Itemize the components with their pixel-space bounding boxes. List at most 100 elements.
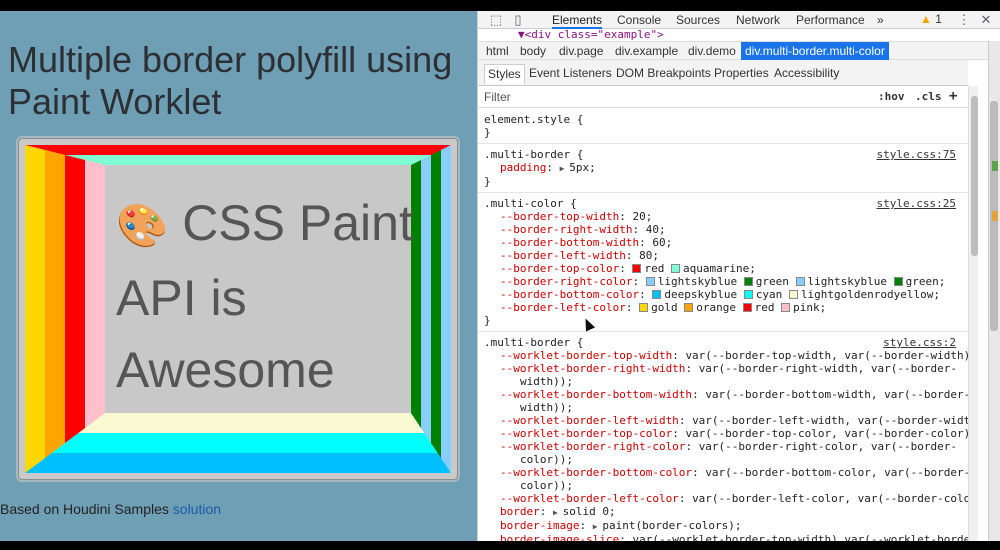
css-declaration[interactable]: --worklet-border-top-color: var(--border…: [484, 427, 968, 440]
color-swatch[interactable]: [781, 303, 791, 312]
tab-network[interactable]: Network: [736, 12, 780, 29]
tab-elements[interactable]: Elements: [552, 12, 603, 29]
color-swatch[interactable]: [670, 264, 680, 273]
css-declaration[interactable]: --worklet-border-right-width: var(--bord…: [484, 362, 962, 375]
css-property-value[interactable]: var(--border-top-color, var(--border-col…: [685, 427, 968, 440]
expand-triangle-icon[interactable]: ▶: [593, 522, 603, 531]
color-swatch[interactable]: [632, 264, 642, 273]
css-declaration[interactable]: padding: ▶ 5px;: [484, 161, 962, 175]
breadcrumb-div-multi-border[interactable]: div.multi-border.multi-color: [741, 42, 889, 60]
tab-console[interactable]: Console: [617, 12, 661, 29]
css-property-name[interactable]: --border-left-color: [500, 301, 626, 314]
color-swatch[interactable]: [645, 277, 655, 286]
css-property-value[interactable]: green: [756, 275, 796, 288]
css-property-name[interactable]: --border-right-color: [500, 275, 632, 288]
css-declaration[interactable]: --border-left-color: gold orange red pin…: [484, 301, 962, 314]
css-declaration[interactable]: --worklet-border-top-width: var(--border…: [484, 349, 968, 362]
css-declaration[interactable]: --worklet-border-right-color: var(--bord…: [484, 440, 962, 453]
css-property-value[interactable]: deepskyblue: [664, 288, 743, 301]
css-property-value[interactable]: 5px;: [569, 161, 596, 174]
css-property-name[interactable]: --worklet-border-right-color: [500, 440, 685, 453]
expand-triangle-icon[interactable]: ▶: [560, 164, 570, 173]
breadcrumb-body[interactable]: body: [516, 42, 550, 60]
css-declaration[interactable]: --border-bottom-color: deepskyblue cyan …: [484, 288, 962, 301]
scrollbar-thumb[interactable]: [971, 96, 978, 256]
more-tabs-icon[interactable]: »: [877, 12, 884, 29]
breadcrumb-html[interactable]: html: [482, 42, 513, 60]
css-property-value[interactable]: var(--border-left-color, var(--border-co…: [692, 492, 968, 505]
css-source-link[interactable]: style.css:75: [877, 148, 956, 161]
color-swatch[interactable]: [684, 303, 694, 312]
css-declaration[interactable]: --worklet-border-left-color: var(--borde…: [484, 492, 968, 505]
css-property-value[interactable]: var(--border-bottom-width, var(--border-: [705, 388, 968, 401]
warnings-badge[interactable]: ▲ 1: [920, 12, 942, 26]
css-property-name[interactable]: --border-right-width: [500, 223, 632, 236]
css-property-value[interactable]: orange: [696, 301, 742, 314]
css-source-link[interactable]: style.css:25: [877, 197, 956, 210]
css-property-value[interactable]: var(--border-right-width, var(--border-: [699, 362, 957, 375]
css-declaration[interactable]: border-image: ▶ paint(border-colors);: [484, 519, 962, 533]
css-property-name[interactable]: --border-top-color: [500, 262, 619, 275]
css-property-value[interactable]: var(--border-left-width, var(--border-wi…: [692, 414, 968, 427]
css-declaration[interactable]: border: ▶ solid 0;: [484, 505, 962, 519]
css-property-value[interactable]: gold: [651, 301, 684, 314]
css-property-name[interactable]: border-image: [500, 519, 579, 532]
css-declaration[interactable]: --border-right-color: lightskyblue green…: [484, 275, 962, 288]
tab-properties[interactable]: Properties: [711, 64, 772, 84]
kebab-menu-icon[interactable]: ⋮: [956, 12, 972, 28]
css-declaration[interactable]: --worklet-border-left-width: var(--borde…: [484, 414, 968, 427]
css-declaration[interactable]: --border-right-width: 40;: [484, 223, 962, 236]
hov-toggle[interactable]: :hov: [878, 90, 905, 103]
css-declaration[interactable]: --border-bottom-width: 60;: [484, 236, 962, 249]
tab-sources[interactable]: Sources: [676, 12, 720, 29]
css-source-link[interactable]: style.css:2: [883, 336, 956, 349]
color-swatch[interactable]: [893, 277, 903, 286]
css-property-value[interactable]: var(--border-bottom-color, var(--border-: [705, 466, 968, 479]
styles-scrollbar[interactable]: [968, 86, 978, 541]
css-declaration[interactable]: border-image-slice: var(--worklet-border…: [484, 533, 968, 541]
css-property-name[interactable]: --worklet-border-left-width: [500, 414, 679, 427]
css-property-value[interactable]: lightskyblue: [658, 275, 744, 288]
css-property-value[interactable]: green;: [906, 275, 946, 288]
close-icon[interactable]: ✕: [978, 12, 994, 28]
css-declaration[interactable]: --border-top-color: red aquamarine;: [484, 262, 962, 275]
tab-event-listeners[interactable]: Event Listeners: [526, 64, 615, 84]
breadcrumb-div-page[interactable]: div.page: [555, 42, 607, 60]
css-property-name[interactable]: --worklet-border-left-color: [500, 492, 679, 505]
tab-accessibility[interactable]: Accessibility: [771, 64, 842, 84]
css-property-value[interactable]: red: [644, 262, 671, 275]
css-property-name[interactable]: --worklet-border-top-color: [500, 427, 672, 440]
color-swatch[interactable]: [788, 290, 798, 299]
css-property-value[interactable]: lightgoldenrodyellow;: [801, 288, 940, 301]
tab-performance[interactable]: Performance: [796, 12, 865, 29]
css-property-value[interactable]: var(--border-right-color, var(--border-: [699, 440, 957, 453]
expand-triangle-icon[interactable]: ▶: [553, 508, 563, 517]
css-property-name[interactable]: --worklet-border-bottom-color: [500, 466, 692, 479]
css-property-value[interactable]: var(--border-top-width, var(--border-wid…: [685, 349, 968, 362]
css-property-value[interactable]: solid 0;: [563, 505, 616, 518]
css-property-name[interactable]: --worklet-border-top-width: [500, 349, 672, 362]
filter-input[interactable]: [484, 90, 784, 104]
css-property-name[interactable]: padding: [500, 161, 546, 174]
color-swatch[interactable]: [743, 290, 753, 299]
css-property-name[interactable]: --worklet-border-bottom-width: [500, 388, 692, 401]
dom-tree-peek[interactable]: ▼<div class="example">: [478, 29, 1000, 41]
css-declaration[interactable]: --border-top-width: 20;: [484, 210, 962, 223]
css-property-value[interactable]: 20;: [632, 210, 652, 223]
color-swatch[interactable]: [652, 290, 662, 299]
css-property-value[interactable]: paint(border-colors);: [602, 519, 741, 532]
css-property-value[interactable]: 80;: [639, 249, 659, 262]
color-swatch[interactable]: [795, 277, 805, 286]
css-property-name[interactable]: --worklet-border-right-width: [500, 362, 685, 375]
color-swatch[interactable]: [639, 303, 649, 312]
breadcrumb-div-demo[interactable]: div.demo: [684, 42, 740, 60]
color-swatch[interactable]: [742, 303, 752, 312]
css-declaration[interactable]: --border-left-width: 80;: [484, 249, 962, 262]
css-property-name[interactable]: --border-top-width: [500, 210, 619, 223]
css-property-name[interactable]: --border-left-width: [500, 249, 626, 262]
side-scrollbar[interactable]: [988, 41, 1000, 541]
css-property-value[interactable]: 60;: [652, 236, 672, 249]
breadcrumb-div-example[interactable]: div.example: [611, 42, 682, 60]
css-property-name[interactable]: border: [500, 505, 540, 518]
css-property-value[interactable]: lightskyblue: [808, 275, 894, 288]
